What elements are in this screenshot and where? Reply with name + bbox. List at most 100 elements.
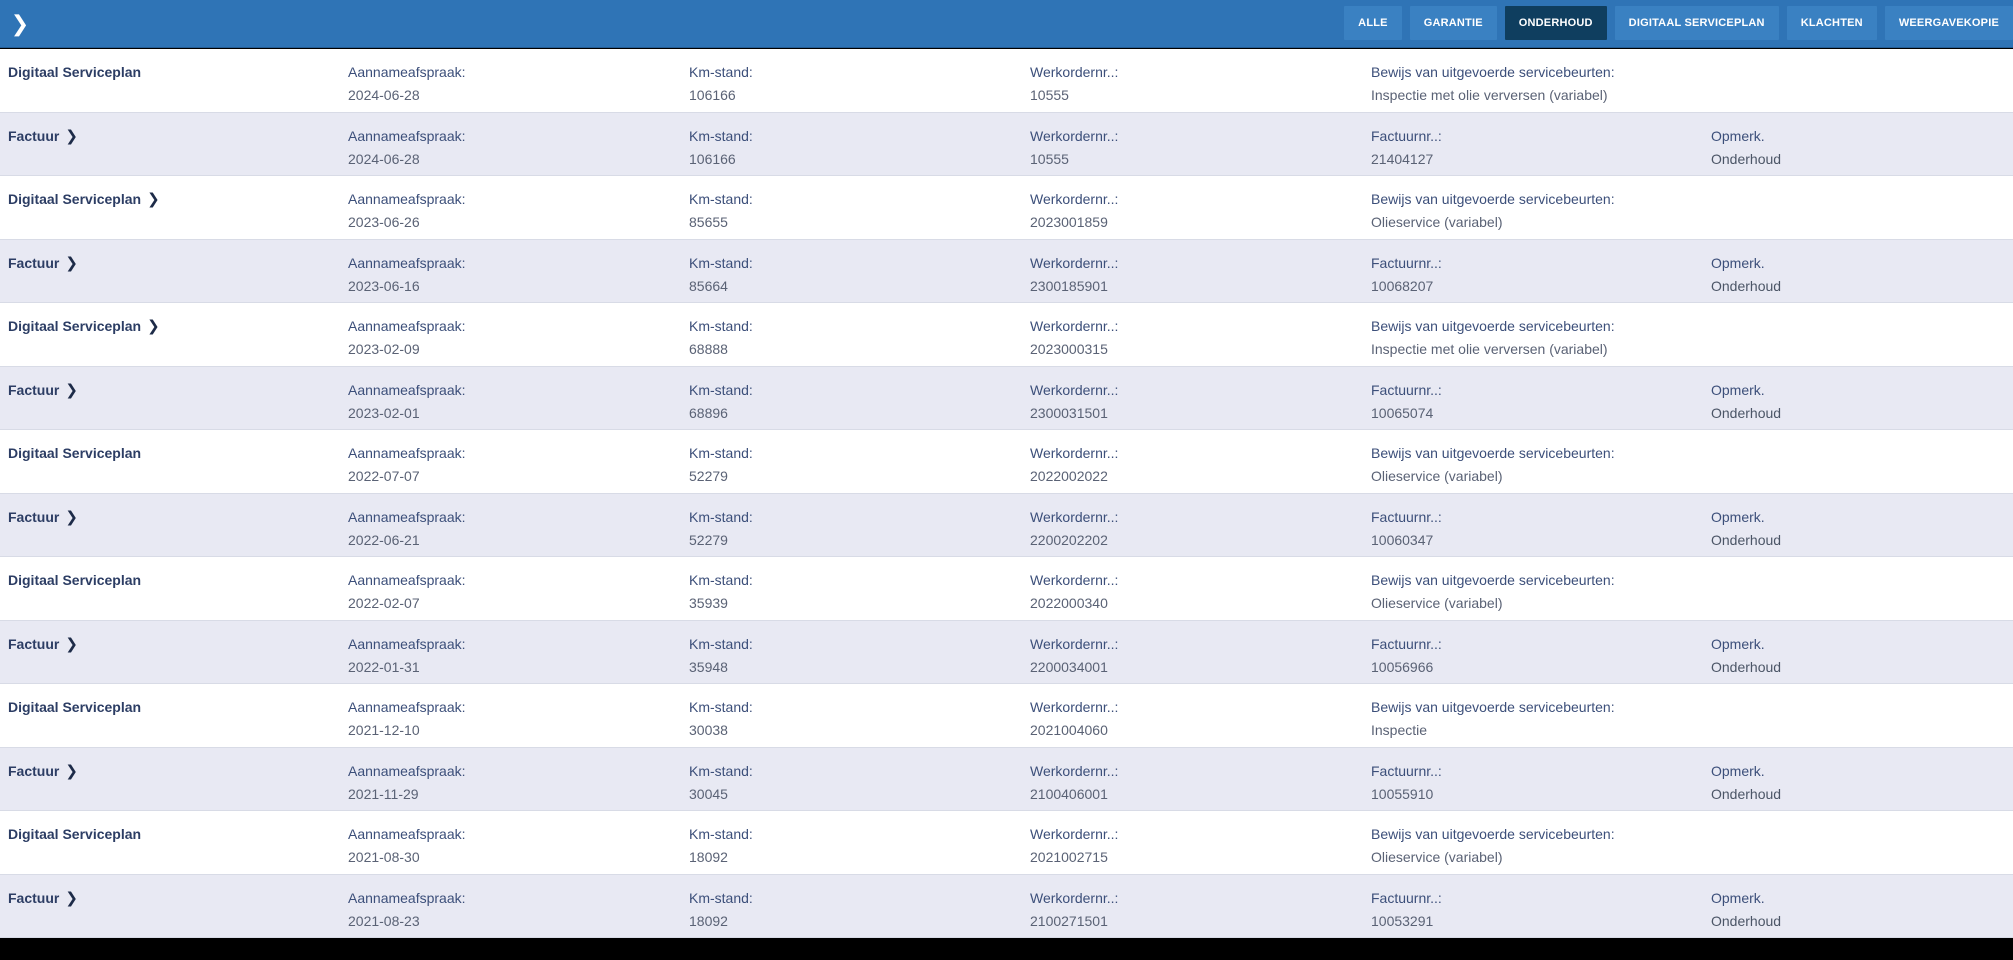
- proof-value: Inspectie: [1371, 722, 1428, 738]
- chevron-right-icon[interactable]: ❯: [147, 188, 160, 211]
- list-item: Digitaal Serviceplan Aannameafspraak: 2021…: [0, 684, 2013, 748]
- list-item: Digitaal Serviceplan Aannameafspraak: 2022…: [0, 557, 2013, 621]
- mileage-cell: Km-stand: 52279: [689, 442, 753, 488]
- invoice-number-label: Factuurnr..:: [1371, 254, 1442, 271]
- remark-value: Onderhoud: [1711, 785, 1782, 802]
- tab-garantie[interactable]: GARANTIE: [1409, 6, 1497, 40]
- chevron-right-icon[interactable]: ❯: [65, 887, 78, 910]
- chevron-right-icon[interactable]: ❯: [65, 633, 78, 656]
- invoice-number-value: 10060347: [1371, 531, 1434, 548]
- appointment-date: 2024-06-28: [348, 87, 420, 103]
- tab-digitaal-serviceplan[interactable]: DIGITAAL SERVICEPLAN: [1614, 6, 1779, 40]
- chevron-right-icon[interactable]: ❯: [65, 125, 78, 148]
- workorder-value: 2021002715: [1030, 849, 1108, 865]
- remark-label: Opmerk.: [1711, 254, 1765, 271]
- appointment-label: Aannameafspraak:: [348, 318, 466, 334]
- appointment-cell: Aannameafspraak: 2022-07-07: [348, 442, 466, 488]
- appointment-date: 2022-06-21: [348, 531, 420, 548]
- mileage-label: Km-stand:: [689, 889, 753, 906]
- appointment-cell: Aannameafspraak: 2021-11-29: [348, 760, 466, 806]
- proof-label: Bewijs van uitgevoerde servicebeurten:: [1371, 318, 1615, 334]
- mileage-value: 18092: [689, 912, 728, 929]
- appointment-date: 2024-06-28: [348, 150, 420, 167]
- mileage-cell: Km-stand: 85655: [689, 188, 753, 234]
- entry-type-label[interactable]: Factuur: [8, 382, 59, 398]
- appointment-label: Aannameafspraak:: [348, 762, 466, 779]
- entry-type: Digitaal Serviceplan: [8, 696, 141, 719]
- entry-type-label[interactable]: Digitaal Serviceplan: [8, 64, 141, 80]
- entry-type-label[interactable]: Factuur: [8, 636, 59, 652]
- proof-label: Bewijs van uitgevoerde servicebeurten:: [1371, 191, 1615, 207]
- entry-type: Digitaal Serviceplan: [8, 569, 141, 592]
- proof-value: Olieservice (variabel): [1371, 595, 1503, 611]
- appointment-cell: Aannameafspraak: 2023-06-26: [348, 188, 466, 234]
- mileage-value: 52279: [689, 531, 728, 548]
- mileage-cell: Km-stand: 18092: [689, 887, 753, 933]
- chevron-right-icon[interactable]: ❯: [65, 379, 78, 402]
- proof-label: Bewijs van uitgevoerde servicebeurten:: [1371, 64, 1615, 80]
- remark-cell: Opmerk. Onderhoud: [1711, 506, 1781, 552]
- remark-value: Onderhoud: [1711, 150, 1782, 167]
- mileage-value: 68896: [689, 404, 728, 421]
- entry-type-label[interactable]: Digitaal Serviceplan: [8, 445, 141, 461]
- remark-label: Opmerk.: [1711, 889, 1765, 906]
- remark-cell: Opmerk. Onderhoud: [1711, 633, 1781, 679]
- appointment-label: Aannameafspraak:: [348, 127, 466, 144]
- chevron-right-icon[interactable]: ❯: [6, 10, 34, 38]
- entry-type-label[interactable]: Digitaal Serviceplan: [8, 191, 141, 207]
- appointment-cell: Aannameafspraak: 2022-06-21: [348, 506, 466, 552]
- entry-type-label[interactable]: Digitaal Serviceplan: [8, 699, 141, 715]
- entry-type-label[interactable]: Factuur: [8, 128, 59, 144]
- mileage-label: Km-stand:: [689, 64, 753, 80]
- mileage-cell: Km-stand: 68888: [689, 315, 753, 361]
- entry-type: Factuur ❯: [8, 633, 78, 656]
- list-item: Factuur ❯ Aannameafspraak: 2023-02-01 Km-sta…: [0, 366, 2013, 430]
- tab-klachten[interactable]: KLACHTEN: [1786, 6, 1877, 40]
- mileage-label: Km-stand:: [689, 318, 753, 334]
- invoice-number-value: 10056966: [1371, 658, 1434, 675]
- mileage-cell: Km-stand: 68896: [689, 379, 753, 425]
- workorder-cell: Werkordernr..: 10555: [1030, 125, 1118, 171]
- entry-type-label[interactable]: Digitaal Serviceplan: [8, 572, 141, 588]
- remark-cell: Opmerk. Onderhoud: [1711, 379, 1781, 425]
- appointment-date: 2023-02-01: [348, 404, 420, 421]
- mileage-value: 52279: [689, 468, 728, 484]
- workorder-cell: Werkordernr..: 2021004060: [1030, 696, 1118, 742]
- tab-alle[interactable]: ALLE: [1344, 6, 1402, 40]
- proof-label: Bewijs van uitgevoerde servicebeurten:: [1371, 699, 1615, 715]
- entry-type-label[interactable]: Factuur: [8, 763, 59, 779]
- chevron-right-icon[interactable]: ❯: [65, 252, 78, 275]
- workorder-cell: Werkordernr..: 2300185901: [1030, 252, 1118, 298]
- tab-onderhoud[interactable]: ONDERHOUD: [1504, 6, 1607, 40]
- workorder-cell: Werkordernr..: 2100271501: [1030, 887, 1118, 933]
- entry-type: Digitaal Serviceplan: [8, 442, 141, 465]
- entry-type-label[interactable]: Factuur: [8, 890, 59, 906]
- appointment-cell: Aannameafspraak: 2023-02-01: [348, 379, 466, 425]
- remark-cell: Opmerk. Onderhoud: [1711, 760, 1781, 806]
- workorder-label: Werkordernr..:: [1030, 381, 1119, 398]
- mileage-value: 30045: [689, 785, 728, 802]
- invoice-number-cell: Factuurnr..: 21404127: [1371, 125, 1442, 171]
- workorder-value: 2023001859: [1030, 214, 1108, 230]
- remark-cell: Opmerk. Onderhoud: [1711, 252, 1781, 298]
- workorder-value: 2021004060: [1030, 722, 1108, 738]
- workorder-cell: Werkordernr..: 2100406001: [1030, 760, 1118, 806]
- entry-type-label[interactable]: Factuur: [8, 255, 59, 271]
- mileage-label: Km-stand:: [689, 508, 753, 525]
- tab-weergavekopie[interactable]: WEERGAVEKOPIE: [1884, 6, 2013, 40]
- mileage-cell: Km-stand: 85664: [689, 252, 753, 298]
- chevron-right-icon[interactable]: ❯: [65, 506, 78, 529]
- chevron-right-icon[interactable]: ❯: [147, 315, 160, 338]
- entry-type-label[interactable]: Digitaal Serviceplan: [8, 826, 141, 842]
- invoice-number-label: Factuurnr..:: [1371, 889, 1442, 906]
- proof-label: Bewijs van uitgevoerde servicebeurten:: [1371, 445, 1615, 461]
- chevron-right-icon[interactable]: ❯: [65, 760, 78, 783]
- appointment-label: Aannameafspraak:: [348, 254, 466, 271]
- invoice-number-value: 10055910: [1371, 785, 1434, 802]
- remark-value: Onderhoud: [1711, 531, 1782, 548]
- entry-type-label[interactable]: Digitaal Serviceplan: [8, 318, 141, 334]
- list-item: Digitaal Serviceplan Aannameafspraak: 2022…: [0, 430, 2013, 494]
- invoice-number-value: 10065074: [1371, 404, 1434, 421]
- entry-type-label[interactable]: Factuur: [8, 509, 59, 525]
- bottom-strip: [0, 938, 2013, 960]
